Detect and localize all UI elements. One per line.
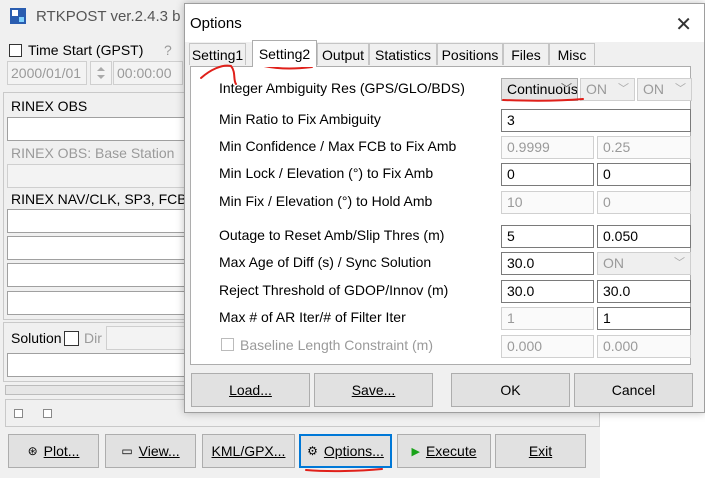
ambiguity-glo-select[interactable]: ON ﹀	[580, 78, 635, 101]
ambiguity-res-label: Integer Ambiguity Res (GPS/GLO/BDS)	[219, 80, 465, 96]
chevron-down-icon: ﹀	[561, 83, 572, 95]
solution-dir-checkbox[interactable]	[64, 331, 79, 346]
close-icon[interactable]: ✕	[675, 12, 692, 37]
tab-positions[interactable]: Positions	[437, 43, 503, 65]
min-lock-elevation-input[interactable]: 0	[597, 163, 691, 186]
filter-iter-input[interactable]: 1	[597, 307, 691, 330]
min-lock-input[interactable]: 0	[501, 163, 594, 186]
rinex-nav-label: RINEX NAV/CLK, SP3, FCB, IO	[11, 191, 210, 207]
min-ratio-label: Min Ratio to Fix Ambiguity	[219, 111, 381, 127]
solution-label: Solution	[11, 330, 62, 346]
rinex-obs-label: RINEX OBS	[11, 98, 88, 114]
rinex-obs-base-label: RINEX OBS: Base Station	[11, 145, 175, 161]
options-button-label: Options...	[323, 443, 384, 459]
baseline-length-input[interactable]: 0.000	[501, 335, 594, 358]
min-ratio-input[interactable]: 3	[501, 109, 691, 132]
outage-input[interactable]: 5	[501, 225, 594, 248]
max-ar-iter-input[interactable]: 1	[501, 307, 594, 330]
date-field[interactable]: 2000/01/01	[7, 61, 87, 85]
load-button-label: Load...	[229, 382, 272, 398]
dir-label: Dir	[84, 330, 102, 346]
tab-setting1[interactable]: Setting1	[189, 43, 246, 65]
max-age-label: Max Age of Diff (s) / Sync Solution	[219, 254, 432, 270]
tab-statistics[interactable]: Statistics	[369, 43, 437, 65]
cancel-button-label: Cancel	[611, 382, 656, 398]
min-fix-elevation-input[interactable]: 0	[597, 191, 691, 214]
ok-button-label: OK	[500, 382, 521, 398]
innov-input[interactable]: 30.0	[597, 280, 691, 303]
solution-output-input[interactable]	[7, 353, 192, 377]
view-button-label: View...	[138, 443, 180, 459]
rinex-obs-base-input[interactable]	[7, 164, 192, 188]
view-button[interactable]: ▭ View...	[105, 434, 196, 468]
rinex-nav-input-4[interactable]	[7, 291, 192, 315]
min-fix-label: Min Fix / Elevation (°) to Hold Amb	[219, 193, 433, 209]
max-age-input[interactable]: 30.0	[501, 252, 594, 275]
dir-input[interactable]	[106, 326, 192, 350]
play-icon: ▶	[411, 445, 420, 458]
options-button[interactable]: ⚙ Options...	[299, 434, 392, 468]
dialog-titlebar: Options ✕	[185, 4, 704, 42]
time-start-help[interactable]: ?	[164, 42, 172, 58]
min-lock-label: Min Lock / Elevation (°) to Fix Amb	[219, 165, 434, 181]
ambiguity-bds-value: ON	[643, 81, 664, 97]
max-ar-iter-label: Max # of AR Iter/# of Filter Iter	[219, 309, 406, 325]
chevron-down-icon: ﹀	[675, 83, 686, 95]
load-button[interactable]: Load...	[191, 373, 310, 407]
plot-button-label: Plot...	[43, 443, 80, 459]
exit-button-label: Exit	[528, 443, 553, 459]
save-button-label: Save...	[351, 382, 396, 398]
baseline-checkbox[interactable]	[221, 338, 234, 351]
outage-label: Outage to Reset Amb/Slip Thres (m)	[219, 227, 445, 243]
save-button[interactable]: Save...	[314, 373, 433, 407]
time-start-checkbox[interactable]	[9, 44, 22, 57]
time-start-label: Time Start (GPST)	[28, 42, 144, 58]
tab-files[interactable]: Files	[503, 43, 549, 65]
reject-threshold-label: Reject Threshold of GDOP/Innov (m)	[219, 282, 449, 298]
ok-button[interactable]: OK	[451, 373, 570, 407]
rinex-nav-input-2[interactable]	[7, 236, 192, 260]
main-window-title: RTKPOST ver.2.4.3 b	[36, 8, 181, 25]
time-field[interactable]: 00:00:00	[113, 61, 183, 85]
rinex-nav-input-1[interactable]	[7, 209, 192, 233]
chevron-down-icon: ﹀	[618, 83, 629, 95]
view-icon: ▭	[121, 444, 133, 458]
tab-setting2[interactable]: Setting2	[252, 40, 317, 67]
sync-solution-value: ON	[603, 255, 624, 271]
plot-button[interactable]: ⊛ Plot...	[8, 434, 99, 468]
min-fix-input[interactable]: 10	[501, 191, 594, 214]
setting2-panel: Integer Ambiguity Res (GPS/GLO/BDS) Cont…	[190, 66, 692, 365]
chevron-down-icon: ﹀	[674, 257, 685, 269]
min-confidence-label: Min Confidence / Max FCB to Fix Amb	[219, 138, 457, 154]
kml-button-label: KML/GPX...	[211, 443, 286, 459]
ambiguity-bds-select[interactable]: ON ﹀	[637, 78, 692, 101]
plot-icon: ⊛	[27, 444, 38, 458]
rinex-nav-input-3[interactable]	[7, 263, 192, 287]
max-fcb-input[interactable]: 0.25	[597, 136, 691, 159]
ambiguity-gps-select[interactable]: Continuous ﹀	[501, 78, 578, 101]
baseline-sigma-input[interactable]: 0.000	[597, 335, 691, 358]
kml-gpx-button[interactable]: KML/GPX...	[202, 434, 295, 468]
spinner-arrows-icon	[97, 67, 105, 79]
execute-button[interactable]: ▶ Execute	[397, 434, 491, 468]
baseline-label: Baseline Length Constraint (m)	[240, 337, 433, 353]
tab-output[interactable]: Output	[317, 43, 369, 65]
cancel-button[interactable]: Cancel	[574, 373, 693, 407]
min-confidence-input[interactable]: 0.9999	[501, 136, 594, 159]
rtkpost-app-icon	[10, 8, 26, 24]
dialog-title: Options	[190, 15, 242, 32]
ambiguity-glo-value: ON	[586, 81, 607, 97]
exit-button[interactable]: Exit	[495, 434, 586, 468]
status-indicator-1	[14, 409, 23, 418]
sync-solution-select[interactable]: ON ﹀	[597, 252, 691, 275]
status-indicator-2	[43, 409, 52, 418]
execute-button-label: Execute	[425, 443, 477, 459]
gear-icon: ⚙	[307, 444, 318, 458]
date-spinner[interactable]	[90, 61, 112, 85]
tab-misc[interactable]: Misc	[549, 43, 595, 65]
gdop-input[interactable]: 30.0	[501, 280, 594, 303]
rinex-obs-input[interactable]	[7, 117, 192, 141]
slip-threshold-input[interactable]: 0.050	[597, 225, 691, 248]
options-dialog: Options ✕ Setting1 Setting2 Output Stati…	[184, 3, 705, 413]
